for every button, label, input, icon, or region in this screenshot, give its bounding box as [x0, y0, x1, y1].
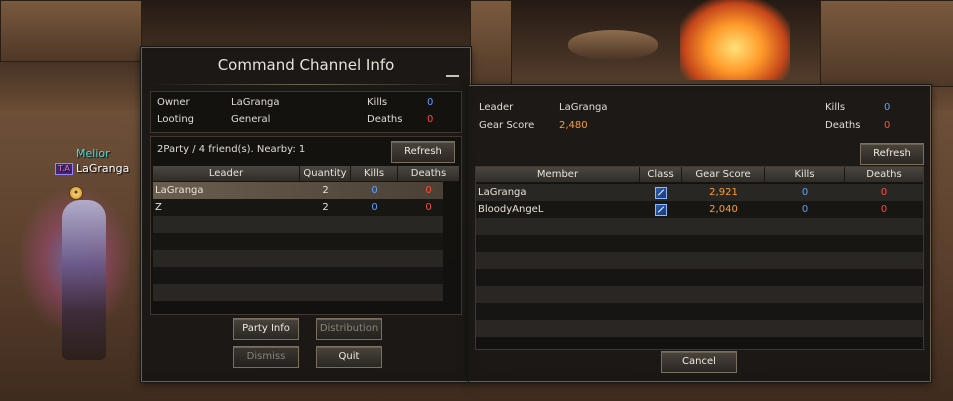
deaths-label: Deaths	[367, 114, 403, 125]
empty-row	[153, 250, 443, 267]
leader-name: LaGranga	[155, 185, 204, 196]
empty-row	[153, 284, 443, 301]
leader-label: Leader	[479, 102, 514, 113]
member-gear-score: 2,921	[709, 187, 738, 198]
distribution-button[interactable]: Distribution	[316, 318, 382, 340]
character-title: Melior	[76, 147, 110, 160]
kills-value: 0	[884, 102, 891, 113]
member-class	[640, 201, 682, 218]
column-kills[interactable]: Kills	[351, 166, 398, 181]
background-pillar	[470, 0, 512, 92]
minimize-button[interactable]	[445, 68, 460, 78]
table-row[interactable]: Z 2 0 0	[153, 199, 443, 216]
table-row[interactable]: LaGranga 2,921 0 0	[476, 184, 923, 201]
cancel-button[interactable]: Cancel	[661, 351, 737, 373]
member-kills: 0	[801, 204, 809, 215]
kills-value: 0	[427, 97, 434, 108]
refresh-members-button[interactable]: Refresh	[860, 143, 924, 165]
party-quantity: 2	[322, 185, 329, 196]
party-info-button[interactable]: Party Info	[233, 318, 299, 340]
column-deaths[interactable]: Deaths	[845, 167, 923, 182]
member-deaths: 0	[880, 187, 888, 198]
kills-label: Kills	[825, 102, 846, 113]
party-kills: 0	[371, 202, 378, 213]
member-table-header: Member Class Gear Score Kills Deaths	[476, 167, 923, 183]
member-class	[640, 184, 682, 201]
leader-name: Z	[155, 202, 162, 213]
member-list-box: Member Class Gear Score Kills Deaths LaG…	[475, 166, 924, 350]
party-summary: 2Party / 4 friend(s). Nearby: 1	[157, 144, 306, 155]
empty-row	[476, 303, 923, 320]
column-class[interactable]: Class	[640, 167, 682, 182]
gear-score-value: 2,480	[559, 120, 588, 131]
deaths-label: Deaths	[825, 120, 861, 131]
empty-row	[153, 267, 443, 284]
party-detail-panel: Leader LaGranga Gear Score 2,480 Kills 0…	[469, 85, 931, 382]
party-kills: 0	[371, 185, 378, 196]
empty-row	[153, 233, 443, 250]
member-deaths: 0	[880, 204, 888, 215]
deaths-value: 0	[427, 114, 434, 125]
background-pillar	[820, 0, 953, 87]
panel-title: Command Channel Info	[217, 56, 395, 74]
deaths-value: 0	[884, 120, 891, 131]
character-nameplate: T.A LaGranga	[55, 162, 129, 175]
looting-label: Looting	[157, 114, 195, 125]
empty-row	[476, 286, 923, 303]
background-fire	[680, 0, 790, 80]
empty-row	[476, 218, 923, 235]
leader-value: LaGranga	[559, 102, 608, 113]
looting-value: General	[231, 114, 271, 125]
member-name: LaGranga	[478, 187, 527, 198]
table-row[interactable]: BloodyAngeL 2,040 0 0	[476, 201, 923, 218]
guild-emblem-icon: ✦	[69, 186, 83, 200]
column-member[interactable]: Member	[476, 167, 640, 182]
owner-value: LaGranga	[231, 97, 280, 108]
refresh-parties-button[interactable]: Refresh	[391, 141, 455, 163]
member-name: BloodyAngeL	[478, 204, 544, 215]
player-character[interactable]	[62, 200, 106, 360]
empty-row	[476, 252, 923, 269]
blade-class-icon	[655, 187, 667, 199]
party-deaths: 0	[425, 185, 432, 196]
column-quantity[interactable]: Quantity	[300, 166, 351, 181]
column-leader[interactable]: Leader	[153, 166, 300, 181]
member-gear-score: 2,040	[709, 204, 738, 215]
empty-row	[476, 269, 923, 286]
dismiss-button[interactable]: Dismiss	[233, 346, 299, 368]
party-deaths: 0	[425, 202, 432, 213]
column-deaths[interactable]: Deaths	[398, 166, 459, 181]
background-brazier	[568, 30, 658, 60]
gear-score-label: Gear Score	[479, 120, 535, 131]
character-name: LaGranga	[75, 162, 130, 175]
title-divider	[150, 84, 460, 85]
command-channel-panel: Command Channel Info Owner LaGranga Loot…	[141, 47, 471, 382]
column-gear-score[interactable]: Gear Score	[682, 167, 765, 182]
party-list-box: 2Party / 4 friend(s). Nearby: 1 Refresh …	[150, 136, 462, 315]
member-kills: 0	[801, 187, 809, 198]
guild-tag: T.A	[55, 162, 73, 175]
background-pillar	[0, 0, 142, 62]
party-quantity: 2	[322, 202, 329, 213]
column-kills[interactable]: Kills	[765, 167, 845, 182]
party-table-header: Leader Quantity Kills Deaths	[153, 166, 459, 182]
empty-row	[153, 216, 443, 233]
empty-row	[476, 320, 923, 337]
empty-row	[476, 235, 923, 252]
blade-class-icon	[655, 204, 667, 216]
owner-label: Owner	[157, 97, 190, 108]
quit-button[interactable]: Quit	[316, 346, 382, 368]
table-row[interactable]: LaGranga 2 0 0	[153, 182, 443, 199]
kills-label: Kills	[367, 97, 388, 108]
channel-summary-box: Owner LaGranga Looting General Kills 0 D…	[150, 91, 462, 133]
